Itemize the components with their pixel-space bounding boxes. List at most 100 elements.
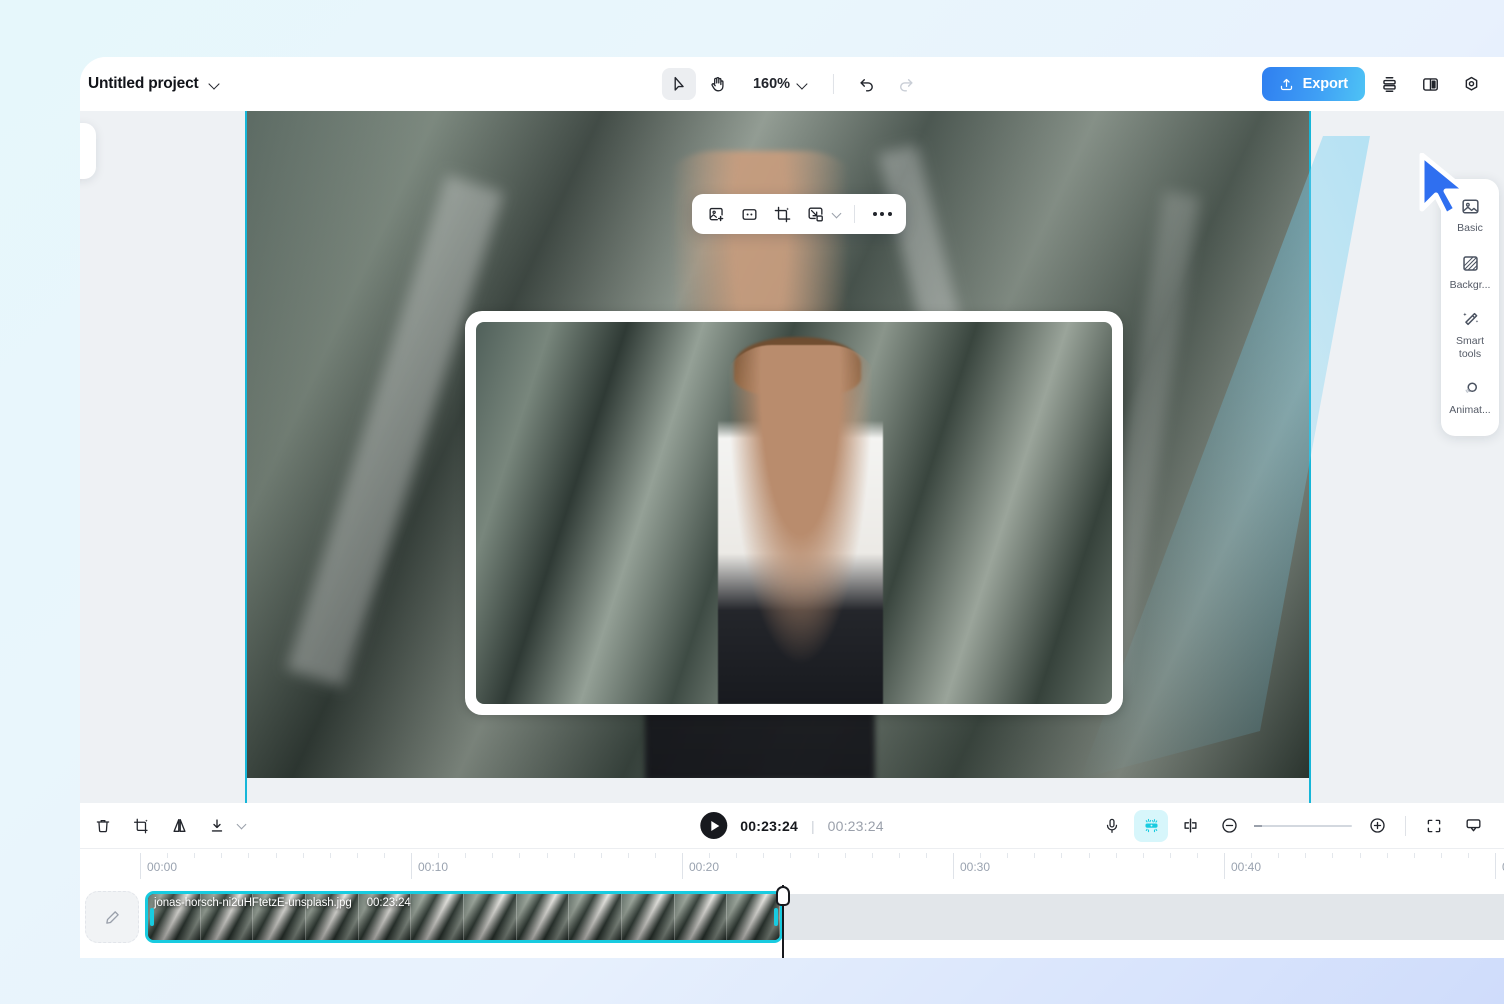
selected-image-element[interactable] bbox=[465, 311, 1123, 715]
zoom-in-button[interactable] bbox=[1360, 810, 1394, 842]
fullscreen-button[interactable] bbox=[1417, 810, 1451, 842]
timeline-toolbar: 00:23:24 | 00:23:24 bbox=[80, 803, 1504, 849]
panel-item-animation[interactable]: Animat... bbox=[1442, 371, 1498, 424]
delete-button[interactable] bbox=[86, 810, 120, 842]
slider-track[interactable] bbox=[1254, 824, 1352, 827]
timeline-left-tools bbox=[86, 810, 247, 842]
zoom-out-button[interactable] bbox=[1212, 810, 1246, 842]
empty-track-strip[interactable] bbox=[783, 894, 1504, 940]
pencil-edit-icon bbox=[105, 910, 119, 924]
ruler-minor-tick bbox=[492, 853, 494, 858]
split-view-icon-glyph bbox=[1422, 77, 1438, 91]
layers-icon-glyph bbox=[1382, 76, 1396, 92]
magic-crop-icon[interactable] bbox=[767, 199, 797, 229]
panel-item-label: Basic bbox=[1457, 222, 1483, 234]
undo-button[interactable] bbox=[850, 68, 884, 100]
total-time: 00:23:24 bbox=[827, 817, 884, 834]
ruler-minor-tick bbox=[329, 853, 331, 858]
project-name-menu[interactable]: Untitled project bbox=[88, 75, 220, 93]
download-icon bbox=[211, 818, 223, 832]
record-voice-button[interactable] bbox=[1095, 810, 1129, 842]
magic-sparkle-icon bbox=[1144, 818, 1158, 833]
ai-enhance-button[interactable] bbox=[1134, 809, 1168, 842]
track-header-edit-button[interactable] bbox=[85, 891, 139, 943]
top-right-controls: Export bbox=[1261, 67, 1488, 101]
ruler-minor-tick bbox=[817, 853, 819, 858]
settings-gear-icon[interactable] bbox=[1454, 68, 1488, 100]
magic-crop-icon-glyph bbox=[774, 206, 790, 222]
ruler-minor-tick bbox=[1278, 853, 1280, 858]
timeline-clip[interactable]: jonas-horsch-ni2uHFtetzE-unsplash.jpg 00… bbox=[145, 891, 783, 943]
photo-subject bbox=[717, 344, 884, 704]
ruler-minor-tick bbox=[790, 853, 792, 858]
present-button[interactable] bbox=[1456, 810, 1490, 842]
timeline-tracks: jonas-horsch-ni2uHFtetzE-unsplash.jpg 00… bbox=[80, 885, 1504, 958]
export-button[interactable]: Export bbox=[1261, 67, 1365, 101]
redo-arrow-icon bbox=[899, 78, 913, 92]
panel-item-smart-tools[interactable]: Smart tools bbox=[1442, 302, 1498, 367]
ruler-minor-tick bbox=[1386, 853, 1388, 858]
left-panel-peek[interactable] bbox=[80, 123, 96, 179]
zoom-level-select[interactable]: 160% bbox=[744, 71, 817, 97]
panel-item-basic[interactable]: Basic bbox=[1442, 189, 1498, 242]
ruler-minor-tick bbox=[844, 853, 846, 858]
ruler-minor-tick bbox=[1305, 853, 1307, 858]
redo-button[interactable] bbox=[888, 68, 922, 100]
timeline-zoom-slider[interactable] bbox=[1254, 824, 1352, 827]
play-icon bbox=[710, 820, 719, 831]
ruler-minor-tick bbox=[871, 853, 873, 858]
playhead-handle[interactable] bbox=[776, 886, 790, 906]
ruler-minor-tick bbox=[1332, 853, 1334, 858]
panel-item-background[interactable]: Backgr... bbox=[1442, 246, 1498, 299]
ruler-minor-tick bbox=[248, 853, 250, 858]
ruler-label: 00:10 bbox=[418, 860, 449, 874]
ruler-minor-tick bbox=[1169, 853, 1171, 858]
clip-duration: 00:23:24 bbox=[366, 897, 411, 909]
chevron-down-icon bbox=[209, 79, 220, 90]
timeline-ruler[interactable]: 00:0000:1000:2000:3000:4000:50 bbox=[80, 849, 1504, 885]
replace-image-icon[interactable] bbox=[701, 199, 731, 229]
layers-icon[interactable] bbox=[1372, 68, 1406, 100]
ruler-label: 00:00 bbox=[147, 860, 178, 874]
more-options-icon[interactable] bbox=[867, 199, 897, 229]
ruler-minor-tick bbox=[221, 853, 223, 858]
download-button[interactable] bbox=[200, 810, 234, 842]
ruler-minor-tick bbox=[1251, 853, 1253, 858]
hand-icon bbox=[710, 76, 724, 91]
flip-button[interactable] bbox=[162, 810, 196, 842]
canvas-guide-left bbox=[245, 111, 247, 803]
trash-icon bbox=[96, 819, 110, 832]
resize-icon[interactable] bbox=[800, 199, 830, 229]
ruler-minor-tick bbox=[1034, 853, 1036, 858]
timeline-right-tools bbox=[1095, 809, 1490, 842]
microphone-icon bbox=[1106, 818, 1118, 833]
timeline-playhead[interactable] bbox=[776, 885, 790, 958]
ruler-minor-tick bbox=[1413, 853, 1415, 858]
flip-icon bbox=[172, 818, 186, 833]
cursor-arrow-icon bbox=[674, 76, 684, 91]
divider bbox=[1405, 815, 1406, 836]
undo-arrow-icon bbox=[860, 78, 873, 92]
split-clip-button[interactable] bbox=[1173, 810, 1207, 842]
canvas-stage[interactable]: Basic Backgr... Smart tools Animat... bbox=[80, 111, 1504, 803]
hand-tool[interactable] bbox=[700, 68, 734, 100]
crop-button[interactable] bbox=[124, 810, 158, 842]
chevron-down-icon bbox=[797, 79, 808, 90]
clip-handle-right[interactable] bbox=[774, 908, 778, 926]
split-icon bbox=[1183, 818, 1197, 833]
zoom-level-value: 160% bbox=[752, 76, 791, 92]
top-toolbar: Untitled project 160% Export bbox=[80, 57, 1504, 111]
select-tool[interactable] bbox=[661, 68, 696, 100]
play-button[interactable] bbox=[700, 812, 728, 839]
chevron-down-icon[interactable] bbox=[833, 210, 842, 219]
duration-icon[interactable] bbox=[734, 199, 764, 229]
resize-icon-glyph bbox=[807, 206, 823, 222]
ruler-minor-tick bbox=[709, 853, 711, 858]
chevron-down-icon[interactable] bbox=[238, 821, 247, 830]
split-view-icon[interactable] bbox=[1413, 68, 1447, 100]
clip-handle-left[interactable] bbox=[150, 908, 154, 926]
ruler-minor-tick bbox=[1196, 853, 1198, 858]
ruler-minor-tick bbox=[600, 853, 602, 858]
plus-circle-icon bbox=[1369, 818, 1385, 833]
ruler-minor-tick bbox=[275, 853, 277, 858]
